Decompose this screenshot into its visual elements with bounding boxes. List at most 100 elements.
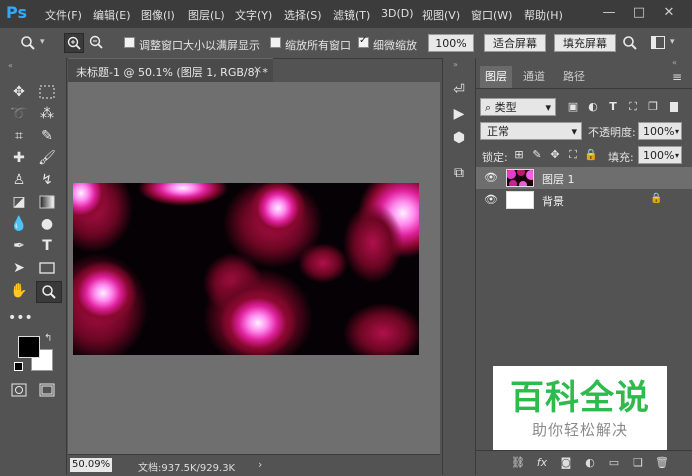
tool-preset-dropdown-icon[interactable]: ▾ bbox=[40, 37, 45, 47]
lock-artboard-icon[interactable]: ⛶ bbox=[566, 148, 580, 162]
layer-row-layer1[interactable]: 👁 图层 1 bbox=[476, 167, 692, 189]
history-panel-icon[interactable]: ⏎ bbox=[449, 80, 469, 100]
lock-image-pixels-icon[interactable]: ✎ bbox=[530, 148, 544, 162]
new-group-icon[interactable]: ▭ bbox=[606, 456, 622, 470]
marquee-tool-icon[interactable] bbox=[36, 82, 58, 102]
menu-select[interactable]: 选择(S) bbox=[284, 7, 322, 23]
healing-brush-tool-icon[interactable]: ✚ bbox=[8, 148, 30, 168]
brush-tool-icon[interactable]: 🖌 bbox=[36, 148, 58, 168]
filter-shape-icon[interactable]: ⛶ bbox=[626, 100, 640, 114]
layer-row-background[interactable]: 👁 背景 🔒 bbox=[476, 189, 692, 211]
chevron-down-icon: ▾ bbox=[674, 127, 679, 136]
clone-stamp-tool-icon[interactable]: ♙ bbox=[8, 170, 30, 190]
document-tab[interactable]: 未标题-1 @ 50.1% (图层 1, RGB/8) * × bbox=[68, 58, 273, 82]
menu-help[interactable]: 帮助(H) bbox=[524, 7, 563, 23]
zoom-all-windows-checkbox[interactable] bbox=[270, 37, 281, 48]
zoom-tool-active-icon[interactable] bbox=[36, 281, 62, 303]
close-window-button[interactable]: ✕ bbox=[660, 4, 678, 22]
scrubby-zoom-label: 细微缩放 bbox=[373, 39, 417, 52]
fit-screen-button[interactable]: 适合屏幕 bbox=[484, 34, 546, 52]
history-brush-tool-icon[interactable]: ↯ bbox=[36, 170, 58, 190]
status-menu-arrow-icon[interactable]: › bbox=[258, 458, 262, 471]
canvas-workspace[interactable] bbox=[68, 82, 440, 454]
menu-view[interactable]: 视图(V) bbox=[422, 7, 460, 23]
filter-adjustment-icon[interactable]: ◐ bbox=[586, 100, 600, 114]
screen-mode-icon[interactable] bbox=[36, 380, 58, 400]
options-bar: ▾ 调整窗口大小以满屏显示 缩放所有窗口 细微缩放 100% 适合屏幕 填充屏幕… bbox=[0, 28, 692, 59]
blend-mode-dropdown[interactable]: 正常 ▾ bbox=[480, 122, 582, 140]
visibility-eye-icon[interactable]: 👁 bbox=[484, 171, 498, 184]
workspace-dropdown-icon[interactable]: ▾ bbox=[670, 37, 675, 47]
eyedropper-tool-icon[interactable]: ✎ bbox=[36, 126, 58, 146]
tab-layers[interactable]: 图层 bbox=[480, 66, 512, 88]
type-tool-icon[interactable]: T bbox=[36, 236, 58, 256]
collapse-panel-icon[interactable]: « bbox=[8, 61, 13, 70]
opacity-field[interactable]: 100% ▾ bbox=[638, 122, 682, 140]
lock-transparent-pixels-icon[interactable]: ⊞ bbox=[512, 148, 526, 162]
layer-filter-dropdown[interactable]: ⌕ 类型 ▾ bbox=[480, 98, 556, 116]
maximize-button[interactable]: □ bbox=[630, 4, 648, 22]
zoom-out-button[interactable] bbox=[87, 33, 107, 53]
menu-file[interactable]: 文件(F) bbox=[45, 7, 82, 23]
zoom-percent-field[interactable]: 100% bbox=[428, 34, 474, 52]
menu-type[interactable]: 文字(Y) bbox=[235, 7, 272, 23]
eraser-tool-icon[interactable]: ◪ bbox=[8, 192, 30, 212]
hand-tool-icon[interactable]: ✋ bbox=[8, 281, 30, 301]
menu-filter[interactable]: 滤镜(T) bbox=[333, 7, 370, 23]
watermark-logo: 百科全说 助你轻松解决 bbox=[493, 366, 667, 450]
fill-field[interactable]: 100% ▾ bbox=[638, 146, 682, 164]
panel-menu-icon[interactable]: ≡ bbox=[672, 70, 682, 84]
new-layer-icon[interactable]: ❏ bbox=[630, 456, 646, 470]
move-tool-icon[interactable]: ✥ bbox=[8, 82, 30, 102]
filter-pixel-icon[interactable]: ▣ bbox=[566, 100, 580, 114]
opacity-value: 100% bbox=[643, 125, 675, 138]
add-mask-icon[interactable]: ◙ bbox=[558, 456, 574, 470]
pen-tool-icon[interactable]: ✒ bbox=[8, 236, 30, 256]
tab-paths[interactable]: 路径 bbox=[556, 66, 592, 88]
expand-panels-icon[interactable]: » bbox=[453, 60, 458, 69]
foreground-color-swatch[interactable] bbox=[18, 336, 40, 358]
adjustment-layer-icon[interactable]: ◐ bbox=[582, 456, 598, 470]
filter-smart-object-icon[interactable]: ❐ bbox=[646, 100, 660, 114]
default-colors-icon[interactable] bbox=[14, 362, 23, 371]
tab-channels[interactable]: 通道 bbox=[516, 66, 552, 88]
zoom-tool-icon[interactable] bbox=[20, 35, 36, 51]
dodge-tool-icon[interactable]: ● bbox=[36, 214, 58, 234]
search-icon[interactable] bbox=[622, 35, 638, 51]
3d-panel-icon[interactable]: ⬢ bbox=[449, 128, 469, 148]
filter-toggle-icon[interactable] bbox=[670, 102, 678, 112]
blur-tool-icon[interactable]: 💧 bbox=[8, 214, 30, 234]
fill-screen-button[interactable]: 填充屏幕 bbox=[554, 34, 616, 52]
menu-3d[interactable]: 3D(D) bbox=[381, 7, 414, 20]
scrubby-zoom-checkbox[interactable] bbox=[358, 35, 369, 48]
crop-tool-icon[interactable]: ⌗ bbox=[8, 126, 30, 146]
layer-style-fx-icon[interactable]: fx bbox=[534, 456, 550, 470]
delete-layer-icon[interactable]: 🗑 bbox=[654, 456, 670, 470]
actions-play-icon[interactable]: ▶ bbox=[449, 104, 469, 124]
menu-edit[interactable]: 编辑(E) bbox=[93, 7, 131, 23]
swap-colors-icon[interactable]: ↰ bbox=[44, 333, 52, 344]
more-tools-icon[interactable]: ••• bbox=[8, 308, 33, 328]
close-document-icon[interactable]: × bbox=[253, 63, 262, 76]
zoom-level-field[interactable]: 50.09% bbox=[70, 458, 112, 472]
lock-position-icon[interactable]: ✥ bbox=[548, 148, 562, 162]
magic-wand-tool-icon[interactable]: ⁂ bbox=[36, 104, 58, 124]
menu-window[interactable]: 窗口(W) bbox=[471, 7, 512, 23]
path-selection-tool-icon[interactable]: ➤ bbox=[8, 258, 30, 278]
menu-layer[interactable]: 图层(L) bbox=[188, 7, 225, 23]
gradient-tool-icon[interactable] bbox=[36, 192, 58, 212]
workspace-icon[interactable] bbox=[651, 36, 665, 49]
properties-panel-icon[interactable]: ⧉ bbox=[449, 163, 469, 183]
link-layers-icon[interactable]: ⛓ bbox=[510, 456, 526, 470]
lasso-tool-icon[interactable]: ➰ bbox=[8, 104, 30, 124]
minimize-button[interactable]: — bbox=[600, 4, 618, 22]
filter-type-icon[interactable]: T bbox=[606, 100, 620, 114]
lock-all-icon[interactable]: 🔒 bbox=[584, 148, 598, 162]
resize-windows-checkbox[interactable] bbox=[124, 37, 135, 48]
zoom-in-button[interactable] bbox=[64, 33, 84, 53]
menu-image[interactable]: 图像(I) bbox=[141, 7, 175, 23]
document-canvas-image[interactable] bbox=[73, 183, 419, 355]
rectangle-tool-icon[interactable] bbox=[36, 258, 58, 278]
visibility-eye-icon[interactable]: 👁 bbox=[484, 193, 498, 206]
quick-mask-icon[interactable] bbox=[8, 380, 30, 400]
